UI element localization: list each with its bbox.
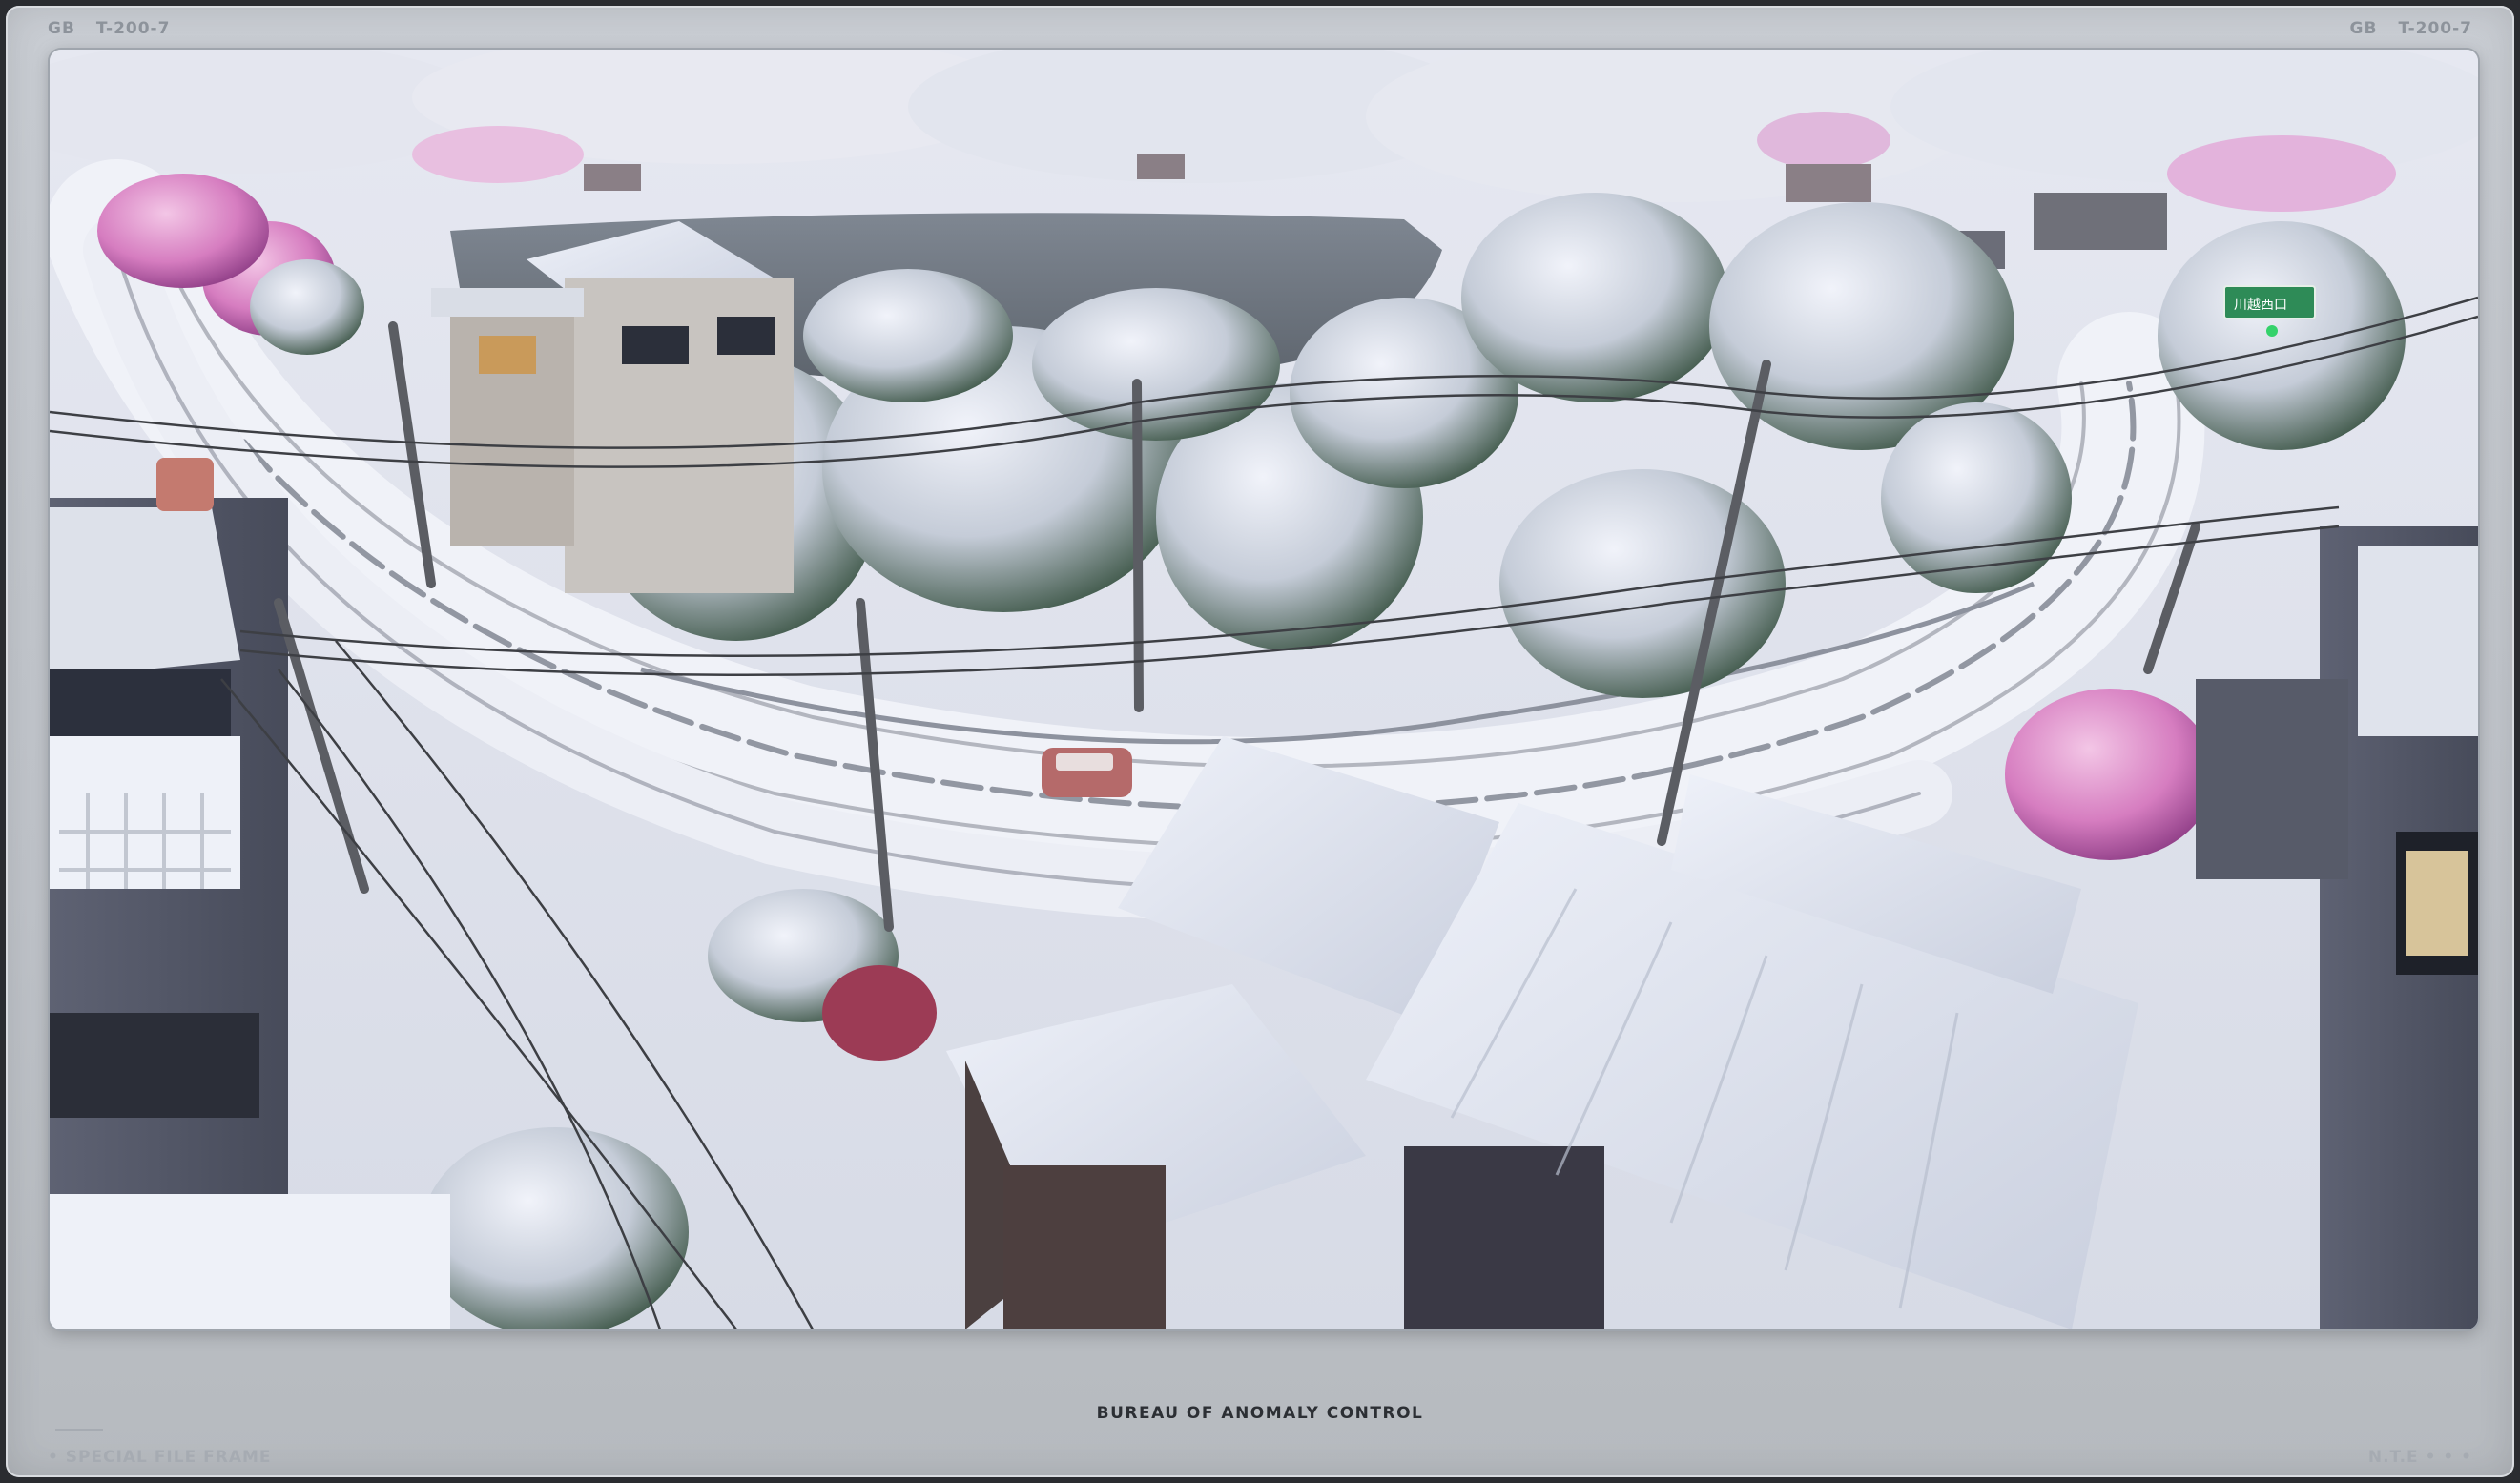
corner-tag-top-left: GB T-200-7	[48, 19, 170, 38]
pink-car	[1042, 748, 1132, 797]
corner-code: GB	[2349, 19, 2378, 38]
car-left-road	[156, 458, 214, 511]
bureau-title: BUREAU OF ANOMALY CONTROL	[1096, 1404, 1424, 1423]
scene-image: 川越西口	[50, 50, 2478, 1329]
corner-serial: T-200-7	[2398, 19, 2472, 38]
divider	[55, 1429, 103, 1431]
nte-label: N.T.E • • •	[2367, 1448, 2472, 1467]
footer-left-text: • SPECIAL FILE FRAME	[48, 1448, 272, 1467]
corner-code: GB	[48, 19, 75, 38]
road-sign-text: 川越西口	[2234, 298, 2287, 313]
corner-tag-top-right: GB T-200-7	[2350, 19, 2472, 38]
file-frame: GB T-200-7 GB T-200-7 川越西口 BUREAU OF ANO…	[6, 6, 2514, 1477]
special-file-frame-label: • SPECIAL FILE FRAME	[48, 1429, 272, 1467]
corner-serial: T-200-7	[95, 19, 171, 38]
